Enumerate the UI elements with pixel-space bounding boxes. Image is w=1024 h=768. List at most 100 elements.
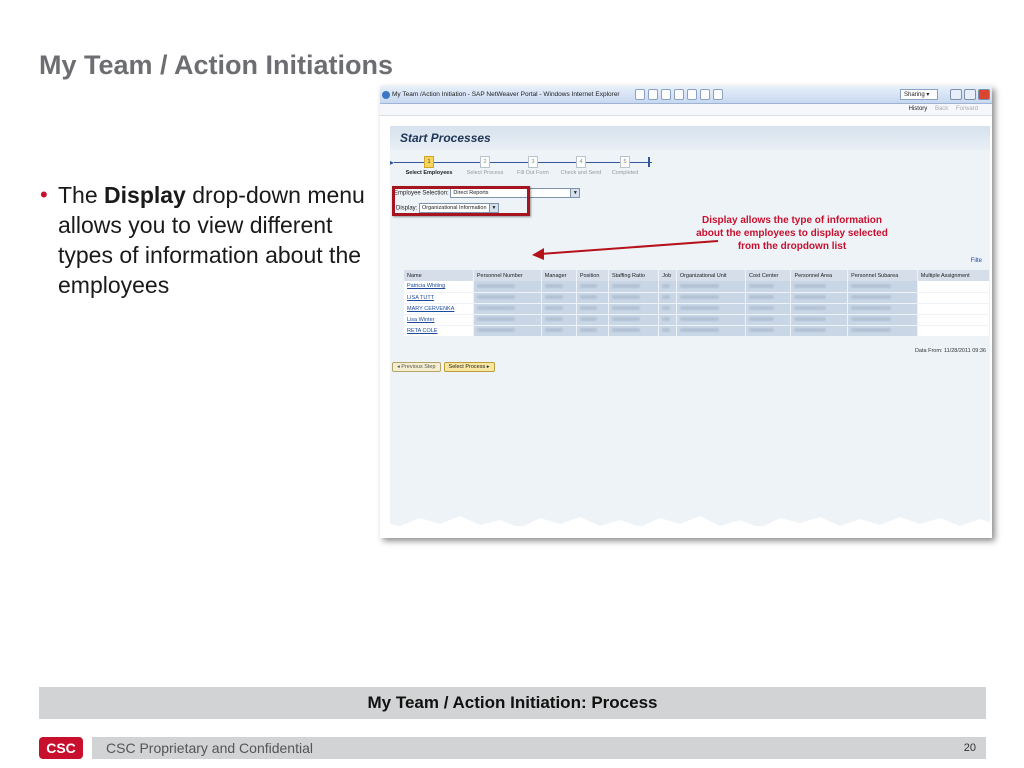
- blurred-cell: [541, 303, 577, 315]
- blurred-cell: [541, 314, 577, 326]
- table-row[interactable]: MARY CERVENKA: [404, 303, 991, 315]
- sap-content: Start Processes ▸ 1 2 3 4 5 Select Emplo…: [390, 126, 991, 526]
- confidential-label: CSC Proprietary and Confidential: [106, 740, 313, 756]
- empty-cell: [917, 303, 991, 315]
- employee-name-link[interactable]: LISA TUTT: [404, 292, 474, 304]
- roadmap-label-3: Fill Out Form: [517, 170, 549, 176]
- roadmap-step-2[interactable]: 2: [480, 156, 490, 168]
- print-icon[interactable]: [674, 89, 684, 100]
- roadmap-label-4: Check and Send: [560, 170, 602, 176]
- roadmap-label-2: Select Process: [466, 170, 504, 176]
- blurred-cell: [676, 325, 747, 337]
- roadmap-end-icon: [648, 157, 650, 167]
- roadmap-step-4[interactable]: 4: [576, 156, 586, 168]
- filter-link[interactable]: Filte: [971, 258, 982, 264]
- blurred-cell: [676, 281, 747, 293]
- blurred-cell: [676, 292, 747, 304]
- blurred-cell: [608, 325, 660, 337]
- roadmap-step-3[interactable]: 3: [528, 156, 538, 168]
- slide-title: My Team / Action Initiations: [39, 50, 394, 80]
- employee-name-link[interactable]: RETA COLE: [404, 325, 474, 337]
- blurred-cell: [473, 303, 542, 315]
- empty-cell: [917, 281, 991, 293]
- data-from-timestamp: Data From: 11/28/2011 09:36: [914, 348, 986, 354]
- blurred-cell: [658, 314, 677, 326]
- empty-cell: [917, 325, 991, 337]
- blurred-cell: [576, 325, 609, 337]
- column-header[interactable]: Personnel Number: [473, 270, 542, 281]
- blurred-cell: [790, 281, 849, 293]
- window-buttons: [950, 89, 990, 100]
- column-header[interactable]: Name: [404, 270, 474, 281]
- table-row[interactable]: Lisa Winter: [404, 314, 991, 326]
- column-header[interactable]: Organizational Unit: [676, 270, 747, 281]
- blurred-cell: [790, 314, 849, 326]
- blurred-cell: [541, 292, 577, 304]
- csc-logo: CSC: [39, 737, 83, 759]
- forward-link[interactable]: Forward: [956, 106, 978, 112]
- roadmap-step-1[interactable]: 1: [424, 156, 434, 168]
- previous-step-label: Previous Step: [401, 364, 436, 370]
- column-header[interactable]: Personnel Area: [790, 270, 849, 281]
- refresh-icon[interactable]: [635, 89, 645, 100]
- blurred-cell: [473, 292, 542, 304]
- blurred-cell: [608, 292, 660, 304]
- blurred-cell: [847, 325, 918, 337]
- nav-links: History Back Forward: [903, 106, 978, 112]
- help-icon[interactable]: [700, 89, 710, 100]
- employee-table: Name Personnel Number Manager Position S…: [404, 270, 991, 337]
- column-header[interactable]: Job: [658, 270, 677, 281]
- close-icon[interactable]: [978, 89, 990, 100]
- column-header[interactable]: Cost Center: [745, 270, 792, 281]
- history-link[interactable]: History: [909, 106, 928, 112]
- employee-name-link[interactable]: MARY CERVENKA: [404, 303, 474, 315]
- roadmap-label-5: Completed: [611, 170, 639, 176]
- table-row[interactable]: LISA TUTT: [404, 292, 991, 304]
- torn-edge: [380, 516, 992, 538]
- blurred-cell: [658, 292, 677, 304]
- tools-icon[interactable]: [687, 89, 697, 100]
- empty-cell: [917, 292, 991, 304]
- bullet-point: • The Display drop-down menu allows you …: [40, 180, 380, 300]
- roadmap: ▸ 1 2 3 4 5 Select Employees Select Proc…: [390, 154, 660, 180]
- blurred-cell: [790, 292, 849, 304]
- select-process-button[interactable]: Select Process ▸: [443, 362, 495, 372]
- blurred-cell: [676, 303, 747, 315]
- column-header[interactable]: Staffing Ratio: [608, 270, 660, 281]
- employee-name-link[interactable]: Patricia Whiting: [404, 281, 474, 293]
- home-icon[interactable]: [648, 89, 658, 100]
- blurred-cell: [847, 281, 918, 293]
- blurred-cell: [658, 325, 677, 337]
- blurred-cell: [847, 314, 918, 326]
- blurred-cell: [608, 303, 660, 315]
- callout-arrow-icon: [532, 240, 719, 260]
- column-header[interactable]: Multiple Assignment: [917, 270, 991, 281]
- blurred-cell: [745, 292, 792, 304]
- window-title: My Team /Action Initiation - SAP NetWeav…: [392, 91, 620, 98]
- roadmap-step-5[interactable]: 5: [620, 156, 630, 168]
- feeds-icon[interactable]: [661, 89, 671, 100]
- column-header[interactable]: Position: [576, 270, 609, 281]
- sharing-dropdown[interactable]: Sharing ▾: [900, 89, 938, 100]
- blurred-cell: [473, 281, 542, 293]
- roadmap-label-1: Select Employees: [405, 170, 453, 176]
- blurred-cell: [745, 325, 792, 337]
- minimize-icon[interactable]: [950, 89, 962, 100]
- ie-titlebar: My Team /Action Initiation - SAP NetWeav…: [380, 86, 992, 104]
- chevron-down-icon[interactable]: ▼: [570, 189, 580, 197]
- blurred-cell: [745, 281, 792, 293]
- table-row[interactable]: RETA COLE: [404, 325, 991, 337]
- back-link[interactable]: Back: [935, 106, 948, 112]
- table-row[interactable]: Patricia Whiting: [404, 281, 991, 293]
- sharing-label: Sharing: [904, 92, 925, 98]
- blurred-cell: [576, 281, 609, 293]
- previous-step-button[interactable]: ◂ Previous Step: [392, 362, 441, 372]
- blurred-cell: [658, 281, 677, 293]
- blurred-cell: [576, 292, 609, 304]
- column-header[interactable]: Manager: [541, 270, 577, 281]
- employee-name-link[interactable]: Lisa Winter: [404, 314, 474, 326]
- column-header[interactable]: Personnel Subarea: [847, 270, 918, 281]
- minimize-toolbar-icon[interactable]: [713, 89, 723, 100]
- ie-toolbar: [635, 89, 730, 101]
- maximize-icon[interactable]: [964, 89, 976, 100]
